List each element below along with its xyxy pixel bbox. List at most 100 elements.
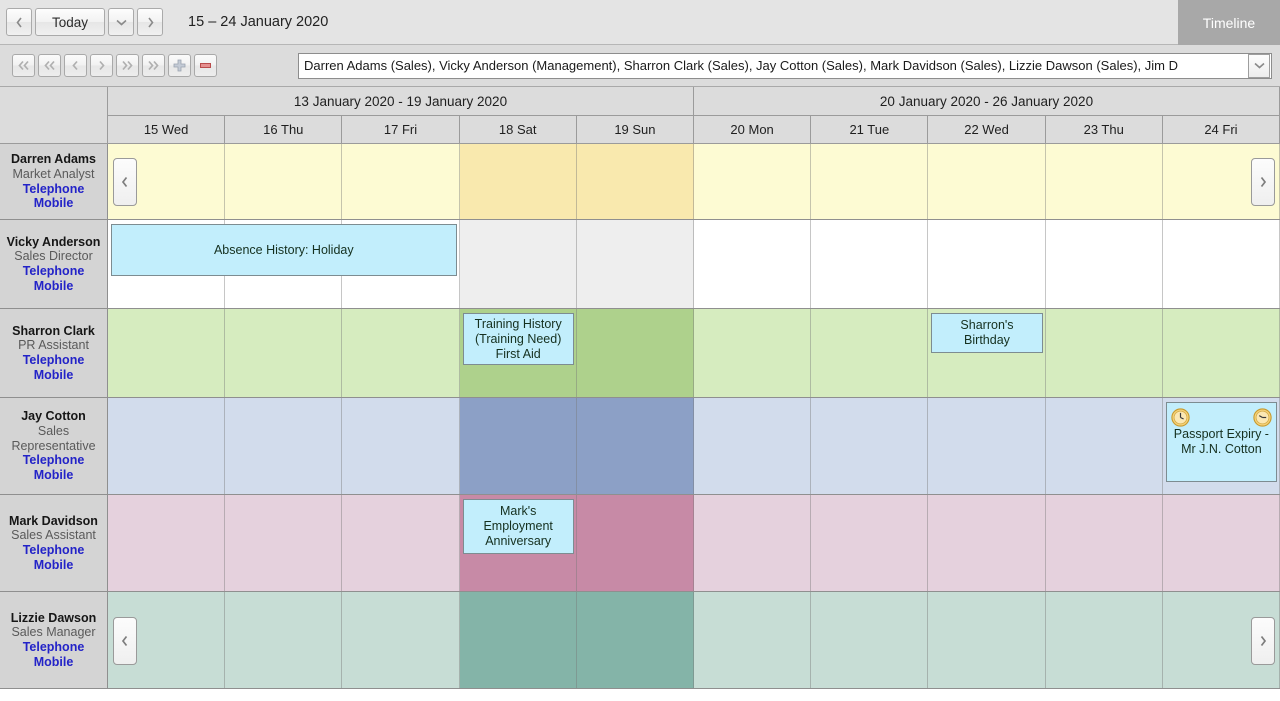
employee-mobile-link[interactable]: Mobile	[34, 468, 74, 483]
timeline-cell[interactable]	[928, 144, 1046, 219]
timeline-cell[interactable]	[576, 144, 695, 219]
next-page-button[interactable]	[116, 54, 139, 77]
employee-telephone-link[interactable]: Telephone	[23, 353, 85, 368]
timeline-cell[interactable]	[225, 398, 343, 494]
row-scroll-right-button[interactable]	[1251, 616, 1275, 665]
employee-selection-dropdown-button[interactable]	[1248, 53, 1270, 78]
day-header-19-sun[interactable]: 19 Sun	[576, 116, 695, 144]
timeline-cell[interactable]	[225, 309, 343, 397]
calendar-event[interactable]: Training History (Training Need) First A…	[462, 313, 574, 365]
day-header-22-wed[interactable]: 22 Wed	[928, 116, 1046, 144]
timeline-cell[interactable]	[811, 592, 929, 688]
day-header-23-thu[interactable]: 23 Thu	[1045, 116, 1163, 144]
day-header-21-tue[interactable]: 21 Tue	[811, 116, 929, 144]
timeline-cell[interactable]	[225, 495, 343, 591]
employee-telephone-link[interactable]: Telephone	[23, 543, 85, 558]
timeline-cell[interactable]	[1045, 309, 1163, 397]
timeline-cell[interactable]	[108, 495, 226, 591]
next-period-button[interactable]	[137, 8, 164, 36]
timeline-cell[interactable]	[342, 398, 460, 494]
timeline-cell[interactable]	[576, 592, 695, 688]
day-header-15-wed[interactable]: 15 Wed	[108, 116, 226, 144]
timeline-cell[interactable]	[1162, 495, 1280, 591]
timeline-cell[interactable]	[459, 144, 577, 219]
timeline-cell[interactable]	[694, 220, 812, 308]
timeline-cell[interactable]	[342, 309, 460, 397]
employee-job-title: Sales Representative	[11, 423, 96, 453]
timeline-row: Vicky Anderson Sales Director Telephone Mob…	[0, 220, 1280, 309]
timeline-grid: 13 January 2020 - 19 January 2020 20 Janu…	[0, 87, 1280, 689]
next-record-button[interactable]	[90, 54, 113, 77]
timeline-cell[interactable]	[342, 495, 460, 591]
day-header-20-mon[interactable]: 20 Mon	[694, 116, 812, 144]
timeline-cell[interactable]	[811, 144, 929, 219]
timeline-cell[interactable]	[576, 309, 695, 397]
timeline-cell[interactable]	[342, 144, 460, 219]
day-header-16-thu[interactable]: 16 Thu	[225, 116, 343, 144]
timeline-cell[interactable]	[576, 398, 695, 494]
timeline-cell[interactable]	[576, 495, 695, 591]
timeline-cell[interactable]	[811, 220, 929, 308]
add-button[interactable]	[168, 54, 191, 77]
prev-record-button[interactable]	[64, 54, 87, 77]
employee-telephone-link[interactable]: Telephone	[23, 264, 85, 279]
timeline-cell[interactable]	[459, 398, 577, 494]
timeline-cell[interactable]	[1162, 309, 1280, 397]
calendar-event[interactable]: Mark's Employment Anniversary	[462, 499, 574, 554]
today-button[interactable]: Today	[35, 8, 106, 36]
timeline-cell[interactable]	[928, 592, 1046, 688]
timeline-cell[interactable]	[108, 398, 226, 494]
employee-mobile-link[interactable]: Mobile	[34, 655, 74, 670]
timeline-cell[interactable]	[459, 592, 577, 688]
first-record-button[interactable]	[12, 54, 35, 77]
employee-mobile-link[interactable]: Mobile	[34, 196, 74, 211]
previous-period-button[interactable]	[6, 8, 32, 36]
timeline-cell[interactable]	[694, 144, 812, 219]
employee-telephone-link[interactable]: Telephone	[23, 453, 85, 468]
calendar-event[interactable]: Absence History: Holiday	[111, 224, 457, 276]
timeline-cell[interactable]	[694, 592, 812, 688]
employee-telephone-link[interactable]: Telephone	[23, 182, 85, 197]
timeline-cell[interactable]	[225, 144, 343, 219]
timeline-cell[interactable]	[811, 309, 929, 397]
timeline-cell[interactable]	[1045, 220, 1163, 308]
employee-name: Sharron Clark	[12, 323, 95, 338]
day-header-17-fri[interactable]: 17 Fri	[342, 116, 460, 144]
timeline-cell[interactable]	[694, 398, 812, 494]
row-scroll-left-button[interactable]	[113, 616, 137, 665]
period-dropdown-button[interactable]	[108, 8, 135, 36]
timeline-cell[interactable]	[225, 592, 343, 688]
day-header-24-fri[interactable]: 24 Fri	[1162, 116, 1280, 144]
employee-selection-field[interactable]: Darren Adams (Sales), Vicky Anderson (Ma…	[298, 52, 1272, 79]
timeline-cell[interactable]	[811, 495, 929, 591]
employee-mobile-link[interactable]: Mobile	[34, 368, 74, 383]
calendar-event[interactable]: Passport Expiry - Mr J.N. Cotton	[1165, 402, 1277, 482]
timeline-cell[interactable]	[576, 220, 695, 308]
row-scroll-left-button[interactable]	[113, 158, 137, 206]
timeline-cell[interactable]	[928, 495, 1046, 591]
prev-page-button[interactable]	[38, 54, 61, 77]
timeline-cell[interactable]	[1045, 592, 1163, 688]
employee-mobile-link[interactable]: Mobile	[34, 279, 74, 294]
remove-button[interactable]	[194, 54, 217, 77]
timeline-cell[interactable]	[342, 592, 460, 688]
last-record-button[interactable]	[142, 54, 165, 77]
timeline-cell[interactable]	[694, 495, 812, 591]
timeline-cell[interactable]	[459, 220, 577, 308]
timeline-cell[interactable]	[108, 309, 226, 397]
timeline-cell[interactable]	[811, 398, 929, 494]
day-header-18-sat[interactable]: 18 Sat	[459, 116, 577, 144]
employee-mobile-link[interactable]: Mobile	[34, 558, 74, 573]
calendar-event[interactable]: Sharron's Birthday	[931, 313, 1043, 353]
timeline-cell[interactable]	[928, 398, 1046, 494]
timeline-cell[interactable]	[1045, 398, 1163, 494]
employee-telephone-link[interactable]: Telephone	[23, 640, 85, 655]
timeline-cell[interactable]	[1045, 144, 1163, 219]
row-scroll-right-button[interactable]	[1251, 158, 1275, 206]
timeline-cell[interactable]	[1162, 220, 1280, 308]
timeline-cell[interactable]	[1045, 495, 1163, 591]
timeline-cell[interactable]	[694, 309, 812, 397]
timeline-cell[interactable]	[928, 220, 1046, 308]
employee-label-cell: Darren Adams Market Analyst Telephone Mobil…	[0, 144, 108, 220]
tab-timeline[interactable]: Timeline	[1178, 0, 1280, 45]
